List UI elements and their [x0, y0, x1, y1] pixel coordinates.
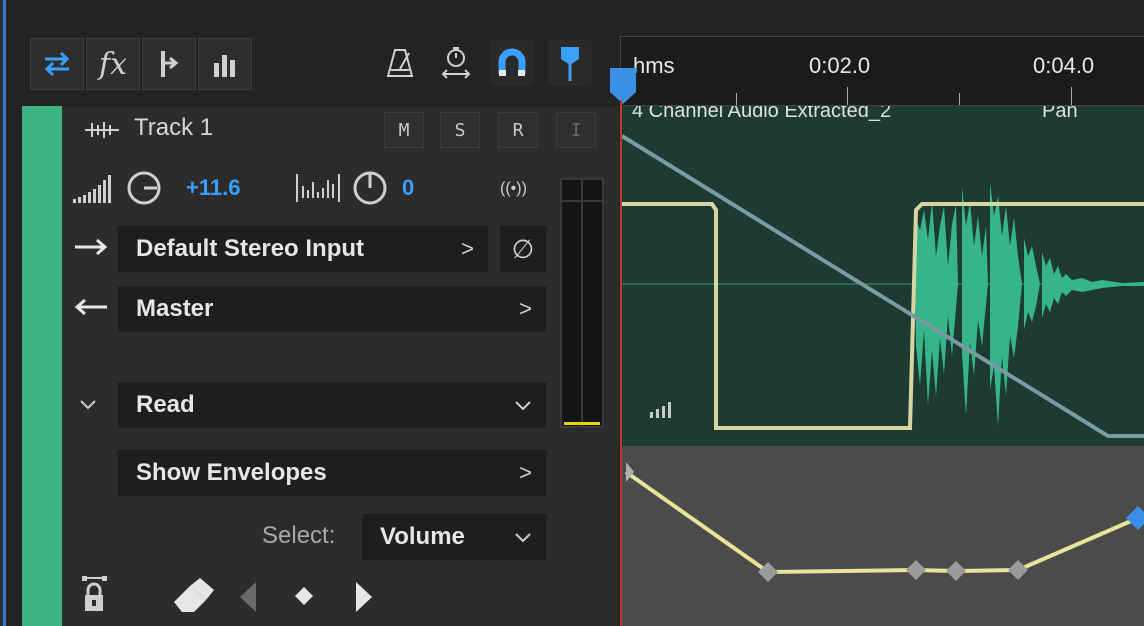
pan-icon	[296, 174, 340, 202]
volume-value[interactable]: +11.6	[186, 175, 240, 201]
track-color-strip	[22, 106, 62, 626]
automation-collapse-icon[interactable]	[78, 398, 98, 412]
time-stretch-icon	[441, 47, 471, 79]
top-strip	[6, 0, 1144, 36]
stereo-width-icon[interactable]: ((•))	[500, 180, 527, 198]
next-keyframe-icon[interactable]	[352, 580, 376, 614]
mute-button[interactable]: M	[384, 112, 424, 148]
metronome-icon	[386, 49, 414, 77]
eq-button[interactable]	[198, 38, 252, 90]
solo-button[interactable]: S	[440, 112, 480, 148]
pan-value[interactable]: 0	[402, 175, 414, 201]
ruler-tick-label: 0:02.0	[809, 53, 871, 78]
clip-gain-icon	[650, 402, 671, 418]
level-meter	[560, 178, 604, 428]
show-envelopes-menu[interactable]: Show Envelopes >	[118, 450, 546, 496]
snap-button[interactable]	[490, 40, 534, 86]
time-ruler[interactable]: hms 0:02.0 0:04.0	[620, 36, 1144, 106]
lock-keyframes-icon[interactable]	[80, 574, 114, 614]
volume-icon	[73, 175, 111, 203]
ruler-unit: hms	[633, 53, 675, 78]
ruler-tick	[736, 93, 737, 105]
metronome-button[interactable]	[378, 40, 422, 86]
automation-lane[interactable]	[622, 446, 1144, 626]
inputs-outputs-icon	[44, 51, 70, 77]
record-arm-button[interactable]: R	[498, 112, 538, 148]
automation-mode-select[interactable]: Read	[118, 382, 546, 428]
audio-clip[interactable]: 4 Channel Audio Extracted_2 Pan	[622, 106, 1144, 446]
chevron-right-icon: >	[519, 296, 532, 321]
input-select-value: Default Stereo Input	[136, 235, 365, 262]
show-envelopes-label: Show Envelopes	[136, 459, 327, 486]
chevron-down-icon	[515, 533, 531, 543]
phase-invert-button[interactable]: ∅	[500, 226, 546, 272]
volume-knob[interactable]	[126, 170, 162, 206]
ruler-tick	[1071, 87, 1072, 105]
playhead-handle[interactable]	[608, 66, 638, 106]
meter-channel-divider	[581, 180, 583, 426]
output-select[interactable]: Master >	[118, 286, 546, 332]
pan-knob[interactable]	[352, 170, 388, 206]
automation-mode-value: Read	[136, 391, 195, 418]
previous-keyframe-icon[interactable]	[236, 580, 260, 614]
clear-keyframes-icon[interactable]	[170, 576, 216, 616]
time-stretch-button[interactable]	[434, 40, 478, 86]
ruler-tick	[847, 87, 848, 105]
chevron-down-icon	[515, 401, 531, 411]
audio-track-icon	[85, 122, 119, 138]
monitor-input-button[interactable]: I	[556, 112, 596, 148]
effects-button[interactable]: fx	[86, 38, 140, 90]
marker-button[interactable]	[548, 40, 592, 86]
effects-icon: fx	[98, 46, 128, 82]
input-select[interactable]: Default Stereo Input >	[118, 226, 488, 272]
snap-magnet-icon	[498, 48, 526, 76]
select-label: Select:	[262, 522, 336, 549]
volume-envelope-line	[622, 202, 1144, 430]
sends-button[interactable]	[142, 38, 196, 90]
eq-icon	[214, 55, 235, 77]
chevron-right-icon: >	[519, 460, 532, 485]
ruler-tick-label: 0:04.0	[1033, 53, 1095, 78]
inputs-outputs-button[interactable]	[30, 38, 84, 90]
sends-icon	[161, 51, 179, 77]
envelope-parameter-value: Volume	[380, 523, 465, 550]
marker-flag-icon	[561, 47, 579, 81]
meter-level	[564, 422, 600, 425]
output-arrow-icon	[74, 298, 107, 316]
add-keyframe-icon[interactable]	[292, 584, 316, 608]
ruler-tick	[959, 93, 960, 105]
output-select-value: Master	[136, 295, 214, 322]
track-name[interactable]: Track 1	[134, 114, 213, 142]
panel-edge	[0, 0, 6, 626]
chevron-right-icon: >	[461, 236, 474, 261]
phase-invert-icon: ∅	[511, 233, 535, 264]
clip-waveform-view	[622, 134, 1144, 438]
envelope-parameter-select[interactable]: Volume	[362, 514, 546, 560]
playhead[interactable]	[620, 100, 622, 626]
automation-envelope	[624, 462, 1144, 582]
input-arrow-icon	[75, 238, 108, 256]
